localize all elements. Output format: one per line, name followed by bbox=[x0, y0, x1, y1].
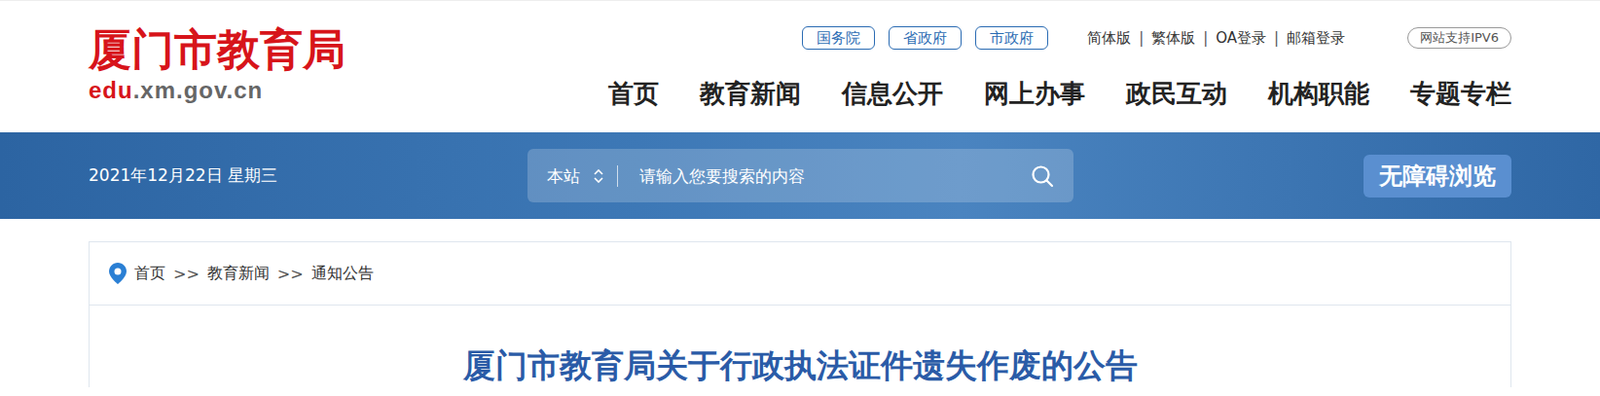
header-inner: 厦门市教育局 edu.xm.gov.cn 国务院省政府市政府 简体版 | 繁体版 | OA登录… bbox=[88, 0, 1512, 133]
search-icon bbox=[1030, 164, 1055, 188]
breadcrumb-separator: >> bbox=[277, 264, 304, 284]
logo-title[interactable]: 厦门市教育局 bbox=[88, 26, 346, 73]
nav-item[interactable]: 网上办事 bbox=[983, 76, 1086, 110]
util-link[interactable]: OA登录 bbox=[1215, 29, 1267, 48]
gov-link[interactable]: 国务院 bbox=[801, 26, 875, 50]
search-banner: 2021年12月22日 星期三本站 无障碍浏览 bbox=[0, 132, 1600, 219]
separator: | bbox=[1273, 29, 1279, 47]
article-title: 厦门市教育局关于行政执法证件遗失作废的公告 bbox=[89, 305, 1511, 388]
site-header: 厦门市教育局 edu.xm.gov.cn 国务院省政府市政府 简体版 | 繁体版 | OA登录… bbox=[0, 0, 1600, 133]
separator: | bbox=[1202, 29, 1208, 47]
main-nav: 首页 教育新闻 信息公开 网上办事 政民互动 机构职能 专题专栏 bbox=[608, 76, 1512, 110]
nav-item[interactable]: 首页 bbox=[608, 76, 659, 110]
current-date: 2021年12月22日 星期三 bbox=[88, 164, 528, 187]
breadcrumb-separator: >> bbox=[173, 264, 200, 284]
gov-link[interactable]: 省政府 bbox=[888, 26, 962, 50]
util-link[interactable]: 邮箱登录 bbox=[1286, 29, 1346, 48]
util-link[interactable]: 繁体版 bbox=[1151, 29, 1196, 48]
util-links: 简体版 | 繁体版 | OA登录 | 邮箱登录 bbox=[1087, 29, 1346, 48]
logo-domain: edu.xm.gov.cn bbox=[88, 76, 346, 105]
search-button[interactable] bbox=[1030, 164, 1055, 188]
banner-inner: 2021年12月22日 星期三本站 无障碍浏览 bbox=[88, 132, 1512, 219]
nav-item[interactable]: 教育新闻 bbox=[699, 76, 801, 110]
nav-item[interactable]: 政民互动 bbox=[1126, 76, 1228, 110]
accessibility-button[interactable]: 无障碍浏览 bbox=[1363, 154, 1512, 198]
search-input[interactable] bbox=[637, 165, 1031, 187]
search-scope[interactable]: 本站 bbox=[546, 165, 619, 187]
location-pin-icon bbox=[109, 262, 127, 285]
nav-item[interactable]: 专题专栏 bbox=[1410, 76, 1512, 110]
util-link[interactable]: 简体版 bbox=[1087, 29, 1131, 48]
updown-icon bbox=[593, 169, 604, 183]
nav-item[interactable]: 信息公开 bbox=[841, 76, 944, 110]
breadcrumb-item[interactable]: 通知公告 bbox=[311, 263, 374, 285]
gov-link[interactable]: 市政府 bbox=[975, 26, 1049, 50]
site-logo[interactable]: 厦门市教育局 edu.xm.gov.cn bbox=[88, 0, 346, 133]
separator: | bbox=[1138, 29, 1144, 47]
header-right: 国务院省政府市政府 简体版 | 繁体版 | OA登录 | 邮箱登录 网站支持IPV6 首页 教育新闻… bbox=[608, 0, 1512, 133]
article-card: 首页 >> 教育新闻 >> 通知公告厦门市教育局关于行政执法证件遗失作废的公告 bbox=[88, 241, 1512, 388]
search-box: 本站 bbox=[527, 148, 1074, 203]
page: 厦门市教育局 edu.xm.gov.cn 国务院省政府市政府 简体版 | 繁体版 | OA登录… bbox=[0, 0, 1600, 396]
breadcrumb-item[interactable]: 首页 bbox=[134, 263, 166, 285]
breadcrumb-item[interactable]: 教育新闻 bbox=[207, 263, 270, 285]
ipv6-badge: 网站支持IPV6 bbox=[1407, 27, 1512, 49]
domain-prefix: edu bbox=[88, 76, 134, 104]
breadcrumb: 首页 >> 教育新闻 >> 通知公告 bbox=[89, 242, 1511, 306]
nav-item[interactable]: 机构职能 bbox=[1268, 76, 1370, 110]
top-links: 国务院省政府市政府 简体版 | 繁体版 | OA登录 | 邮箱登录 网站支持IPV6 bbox=[801, 26, 1512, 50]
